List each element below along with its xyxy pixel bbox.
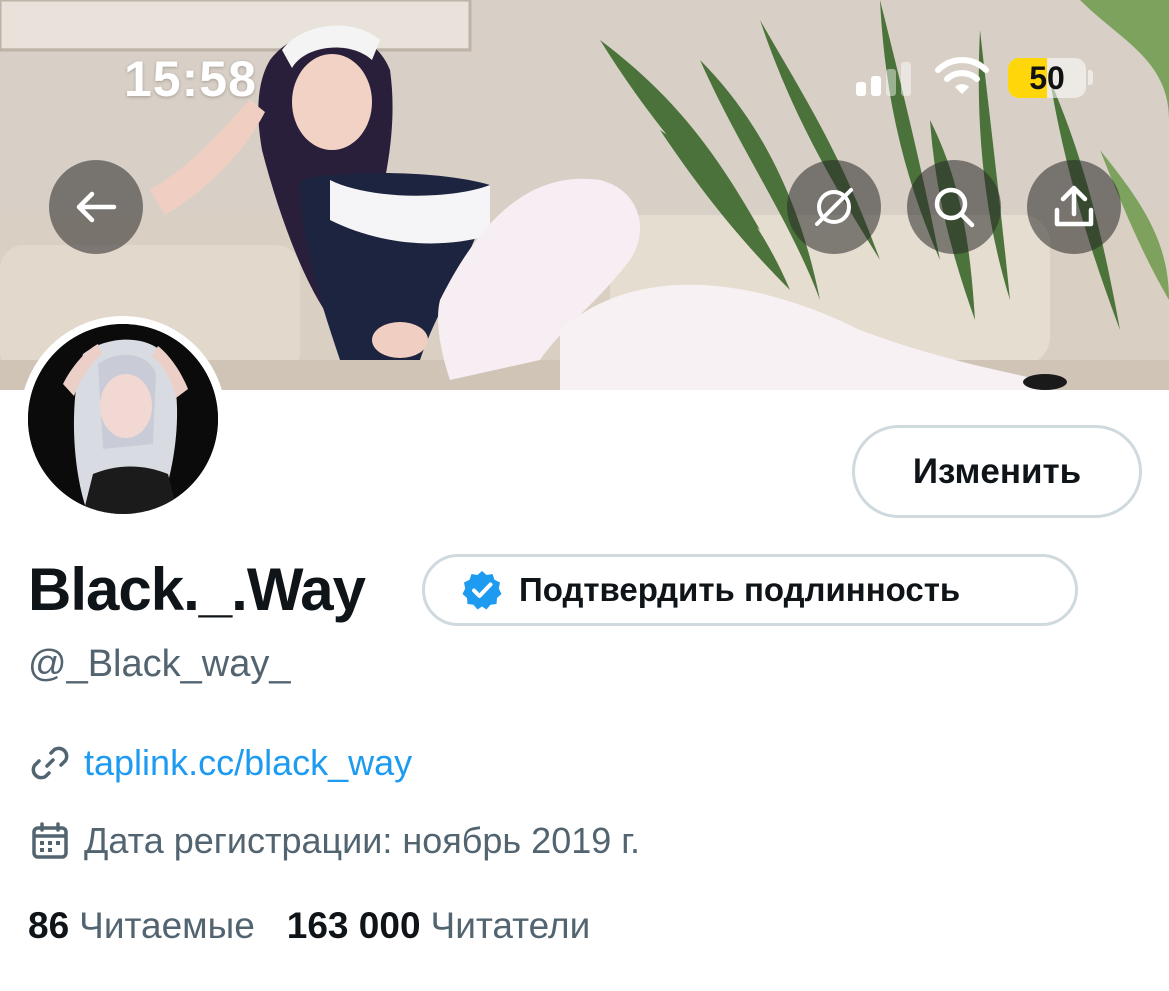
profile-join-date-row: Дата регистрации: ноябрь 2019 г.	[30, 820, 640, 862]
search-button[interactable]	[907, 160, 1001, 254]
translate-button[interactable]	[787, 160, 881, 254]
profile-display-name: Black._.Way	[28, 556, 366, 623]
link-icon	[31, 746, 69, 780]
profile-website-link[interactable]: taplink.cc/black_way	[84, 742, 412, 784]
profile-stats: 86 Читаемые 163 000 Читатели	[28, 905, 590, 947]
avatar[interactable]	[28, 324, 218, 514]
get-verified-label: Подтвердить подлинность	[519, 571, 961, 608]
followers-count[interactable]: 163 000	[287, 905, 421, 947]
translate-icon	[815, 188, 853, 226]
profile-join-date: Дата регистрации: ноябрь 2019 г.	[84, 820, 640, 861]
back-button[interactable]	[49, 160, 143, 254]
share-button[interactable]	[1027, 160, 1121, 254]
cellular-signal-icon	[856, 62, 911, 96]
battery-tip	[1088, 70, 1093, 85]
arrow-left-icon	[76, 191, 117, 223]
edit-profile-button[interactable]: Изменить	[852, 425, 1142, 518]
battery-level: 50	[1029, 60, 1065, 96]
battery-icon: 50	[1008, 58, 1086, 98]
avatar-photo	[28, 324, 218, 514]
profile-handle: @_Black_way_	[28, 643, 291, 685]
share-icon	[1054, 185, 1094, 227]
followers-label[interactable]: Читатели	[431, 905, 591, 947]
status-bar-time: 15:58	[124, 51, 257, 107]
calendar-icon	[32, 822, 68, 859]
verified-badge-icon	[462, 571, 502, 610]
wifi-icon	[935, 57, 989, 94]
get-verified-button[interactable]: Подтвердить подлинность	[422, 554, 1078, 626]
following-count[interactable]: 86	[28, 905, 69, 947]
following-label[interactable]: Читаемые	[79, 905, 255, 947]
search-icon	[934, 187, 975, 228]
profile-website-row[interactable]: taplink.cc/black_way	[30, 742, 412, 784]
